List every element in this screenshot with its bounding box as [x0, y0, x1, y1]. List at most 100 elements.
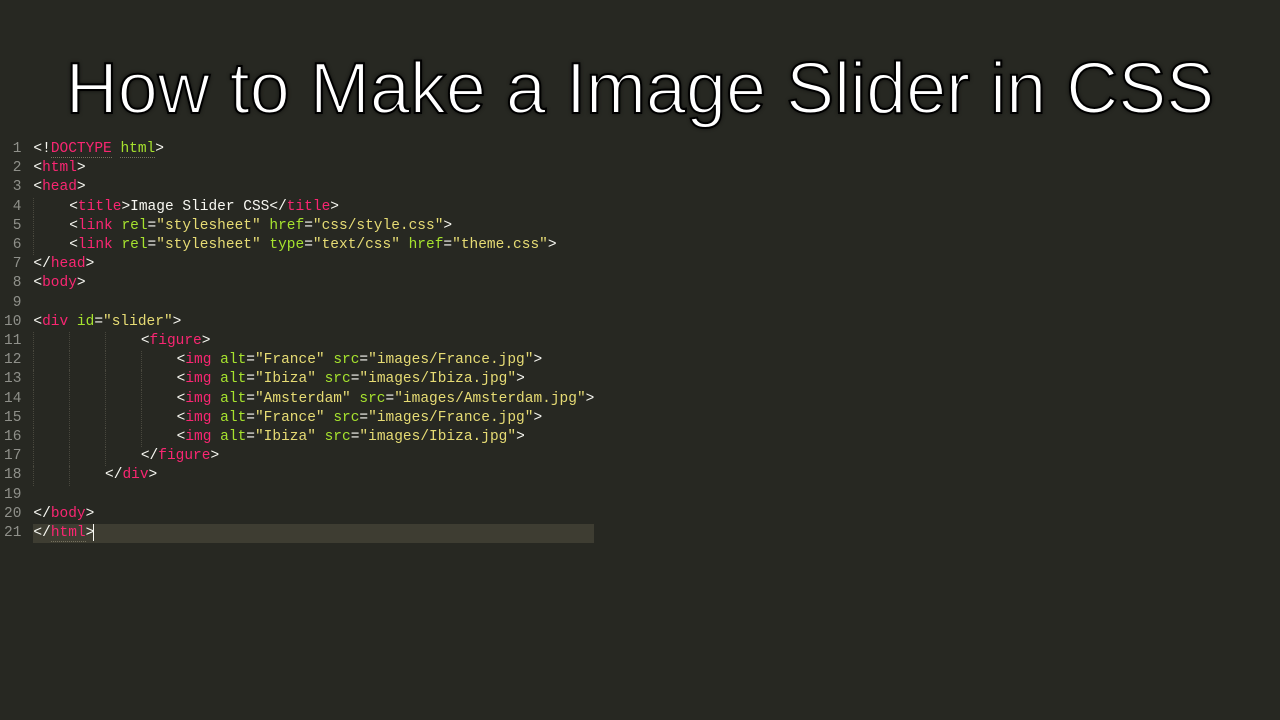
- code-line[interactable]: </figure>: [33, 447, 594, 466]
- code-line[interactable]: <link rel="stylesheet" href="css/style.c…: [33, 217, 594, 236]
- line-number: 12: [4, 351, 25, 370]
- token: >: [86, 506, 95, 522]
- token: [211, 352, 220, 368]
- token: =: [443, 237, 452, 253]
- line-number: 21: [4, 524, 25, 543]
- token: "theme.css": [452, 237, 548, 253]
- token: <: [69, 237, 78, 253]
- token: >: [533, 410, 542, 426]
- code-line[interactable]: </body>: [33, 505, 594, 524]
- line-number: 19: [4, 486, 25, 505]
- token: </: [269, 199, 286, 215]
- code-content[interactable]: <!DOCTYPE html><html><head> <title>Image…: [33, 140, 594, 543]
- code-line[interactable]: <img alt="Ibiza" src="images/Ibiza.jpg">: [33, 370, 594, 389]
- token: =: [148, 218, 157, 234]
- token: Image Slider CSS: [130, 199, 269, 215]
- token: =: [246, 391, 255, 407]
- token: >: [516, 371, 525, 387]
- token: "slider": [103, 314, 173, 330]
- code-line[interactable]: <body>: [33, 274, 594, 293]
- token: src: [325, 429, 351, 445]
- token: <!: [33, 141, 50, 157]
- token: =: [246, 410, 255, 426]
- token: "images/Amsterdam.jpg": [394, 391, 585, 407]
- code-editor-viewport[interactable]: 123456789101112131415161718192021 <!DOCT…: [0, 140, 1280, 543]
- token: >: [586, 391, 595, 407]
- token: </: [141, 448, 158, 464]
- line-number: 15: [4, 409, 25, 428]
- token: >: [516, 429, 525, 445]
- code-line[interactable]: <div id="slider">: [33, 313, 594, 332]
- line-number: 6: [4, 236, 25, 255]
- line-number: 7: [4, 255, 25, 274]
- token: [325, 410, 334, 426]
- token: [68, 314, 77, 330]
- token: <: [33, 160, 42, 176]
- code-line[interactable]: [33, 294, 594, 313]
- line-number: 9: [4, 294, 25, 313]
- code-line[interactable]: <img alt="France" src="images/France.jpg…: [33, 409, 594, 428]
- code-line[interactable]: </head>: [33, 255, 594, 274]
- token: src: [359, 391, 385, 407]
- token: rel: [121, 237, 147, 253]
- code-line[interactable]: <html>: [33, 159, 594, 178]
- line-number: 5: [4, 217, 25, 236]
- token: >: [210, 448, 219, 464]
- token: figure: [158, 448, 210, 464]
- token: <: [33, 179, 42, 195]
- code-line[interactable]: </html>: [33, 524, 594, 543]
- token: [400, 237, 409, 253]
- token: html: [120, 141, 155, 158]
- token: "text/css": [313, 237, 400, 253]
- code-line[interactable]: <figure>: [33, 332, 594, 351]
- line-number: 16: [4, 428, 25, 447]
- token: =: [148, 237, 157, 253]
- token: [211, 410, 220, 426]
- token: DOCTYPE: [51, 141, 112, 158]
- token: alt: [220, 352, 246, 368]
- line-number: 3: [4, 178, 25, 197]
- token: [211, 371, 220, 387]
- code-line[interactable]: <head>: [33, 178, 594, 197]
- token: [316, 371, 325, 387]
- token: [211, 391, 220, 407]
- token: </: [105, 467, 122, 483]
- line-number: 10: [4, 313, 25, 332]
- token: >: [173, 314, 182, 330]
- token: alt: [220, 410, 246, 426]
- token: figure: [150, 333, 202, 349]
- token: "css/style.css": [313, 218, 444, 234]
- code-line[interactable]: <!DOCTYPE html>: [33, 140, 594, 159]
- token: href: [409, 237, 444, 253]
- line-number: 14: [4, 390, 25, 409]
- code-line[interactable]: <img alt="France" src="images/France.jpg…: [33, 351, 594, 370]
- code-line[interactable]: [33, 486, 594, 505]
- token: "Ibiza": [255, 429, 316, 445]
- token: src: [333, 352, 359, 368]
- token: head: [51, 256, 86, 272]
- line-number: 4: [4, 198, 25, 217]
- token: img: [185, 391, 211, 407]
- token: img: [185, 410, 211, 426]
- token: >: [77, 160, 86, 176]
- code-line[interactable]: <title>Image Slider CSS</title>: [33, 198, 594, 217]
- token: >: [155, 141, 164, 157]
- token: >: [77, 179, 86, 195]
- line-number-gutter: 123456789101112131415161718192021: [0, 140, 33, 543]
- token: [316, 429, 325, 445]
- token: alt: [220, 371, 246, 387]
- token: body: [42, 275, 77, 291]
- code-line[interactable]: </div>: [33, 466, 594, 485]
- token: =: [246, 352, 255, 368]
- code-line[interactable]: <img alt="Ibiza" src="images/Ibiza.jpg">: [33, 428, 594, 447]
- code-line[interactable]: <img alt="Amsterdam" src="images/Amsterd…: [33, 390, 594, 409]
- token: >: [330, 199, 339, 215]
- token: <: [69, 218, 78, 234]
- token: href: [269, 218, 304, 234]
- token: src: [325, 371, 351, 387]
- token: "stylesheet": [156, 237, 260, 253]
- token: html: [42, 160, 77, 176]
- title-overlay: How to Make a Image Slider in CSS: [0, 50, 1280, 129]
- token: >: [86, 256, 95, 272]
- code-line[interactable]: <link rel="stylesheet" type="text/css" h…: [33, 236, 594, 255]
